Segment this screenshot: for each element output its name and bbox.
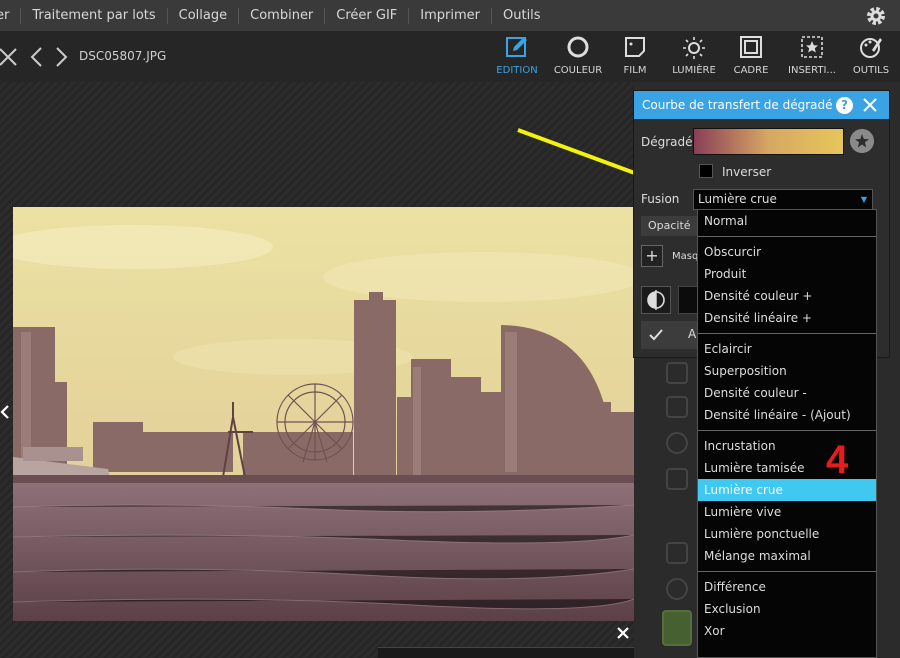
previous-image-arrow-icon[interactable] <box>0 400 10 424</box>
divider <box>698 333 876 334</box>
photo-preview <box>13 207 634 621</box>
apply-button[interactable]: A <box>641 321 701 349</box>
invert-label: Inverser <box>722 165 772 179</box>
gradient-label: Dégradé <box>641 135 693 149</box>
add-mask-button[interactable]: + <box>641 245 663 267</box>
menu-item-combine[interactable]: Combiner <box>239 7 326 24</box>
frame-icon <box>740 36 762 58</box>
divider <box>698 571 876 572</box>
check-icon <box>649 329 663 341</box>
ghost-tool-icon[interactable] <box>666 468 688 490</box>
menu-item-gif[interactable]: Créer GIF <box>325 7 410 24</box>
opacity-slider[interactable]: Opacité <box>641 216 697 236</box>
menu-item-collage[interactable]: Collage <box>168 7 240 24</box>
blend-option-exclusion[interactable]: Exclusion <box>698 598 876 620</box>
close-icon[interactable] <box>0 46 20 68</box>
mask-label: Masq <box>672 251 699 262</box>
step-number-annotation: 4 <box>826 438 849 482</box>
blend-option-pin-light[interactable]: Lumière ponctuelle <box>698 523 876 545</box>
ghost-tool-icon[interactable] <box>666 432 688 454</box>
blend-mode-value: Lumière crue <box>698 192 777 206</box>
divider <box>698 236 876 237</box>
blend-option-soft-light[interactable]: Lumière tamisée <box>698 457 876 479</box>
blend-option-darken[interactable]: Obscurcir <box>698 241 876 263</box>
menu-item-partial[interactable]: er <box>0 7 22 24</box>
blend-option-normal[interactable]: Normal <box>698 210 876 232</box>
chevron-down-icon: ▼ <box>860 195 867 204</box>
blend-mode-select[interactable]: Lumière crue ▼ <box>693 189 873 210</box>
ghost-tool-icon[interactable] <box>666 542 688 564</box>
help-icon[interactable]: ? <box>836 96 853 114</box>
tools-icon <box>860 38 882 58</box>
mask-toggle-button[interactable] <box>641 286 671 314</box>
blend-option-overlay[interactable]: Incrustation <box>698 435 876 457</box>
close-preview-icon[interactable] <box>615 625 631 641</box>
blend-option-screen[interactable]: Superposition <box>698 360 876 382</box>
tool-outils[interactable]: OUTILS <box>840 35 900 76</box>
blend-option-linear-burn[interactable]: Densité linéaire + <box>698 307 876 329</box>
blend-option-color-dodge[interactable]: Densité couleur - <box>698 382 876 404</box>
half-circle-icon <box>647 290 665 310</box>
blend-option-hard-mix[interactable]: Mélange maximal <box>698 545 876 567</box>
tool-insertion[interactable]: INSERTI... <box>781 35 843 76</box>
menu-item-batch[interactable]: Traitement par lots <box>21 7 168 24</box>
blend-option-color-burn[interactable]: Densité couleur + <box>698 285 876 307</box>
blend-option-multiply[interactable]: Produit <box>698 263 876 285</box>
tool-lumiere[interactable]: LUMIÈRE <box>663 35 725 76</box>
ghost-active-tool-icon[interactable] <box>662 610 692 646</box>
tool-film[interactable]: FILM <box>604 35 666 76</box>
blend-option-xor[interactable]: Xor <box>698 620 876 642</box>
tool-edition[interactable]: EDITION <box>486 35 548 76</box>
menu-bar: er Traitement par lots Collage Combiner … <box>0 0 900 31</box>
invert-checkbox[interactable] <box>699 164 713 178</box>
divider <box>698 430 876 431</box>
next-arrow-icon[interactable] <box>52 46 72 68</box>
color-icon <box>567 36 589 58</box>
ghost-tool-icon[interactable] <box>666 396 688 418</box>
blend-option-linear-dodge[interactable]: Densité linéaire - (Ajout) <box>698 404 876 426</box>
panel-title: Courbe de transfert de dégradé <box>642 98 833 112</box>
opacity-label: Opacité <box>648 219 691 232</box>
menu-item-print[interactable]: Imprimer <box>409 7 492 24</box>
gradient-swatch[interactable] <box>693 128 844 155</box>
blend-option-vivid-light[interactable]: Lumière vive <box>698 501 876 523</box>
edit-icon <box>506 37 527 57</box>
blend-option-difference[interactable]: Différence <box>698 576 876 598</box>
blend-mode-dropdown: Normal Obscurcir Produit Densité couleur… <box>697 209 877 658</box>
blend-option-hard-light[interactable]: Lumière crue <box>698 479 876 501</box>
blend-mode-label: Fusion <box>641 192 680 206</box>
ghost-tool-icon[interactable] <box>666 362 688 384</box>
film-icon <box>625 37 645 57</box>
menu-item-tools[interactable]: Outils <box>492 8 552 24</box>
ghost-tool-icon[interactable] <box>666 578 688 600</box>
tool-couleur[interactable]: COULEUR <box>547 35 609 76</box>
filmstrip <box>378 647 634 658</box>
tool-cadre[interactable]: CADRE <box>720 35 782 76</box>
file-name: DSC05807.JPG <box>79 49 167 63</box>
close-panel-icon[interactable] <box>863 98 877 112</box>
light-icon <box>683 37 705 59</box>
insert-icon <box>801 36 823 58</box>
previous-arrow-icon[interactable] <box>28 46 48 68</box>
panel-header: Courbe de transfert de dégradé ? <box>634 91 889 119</box>
star-preset-icon[interactable] <box>850 129 874 153</box>
gear-icon[interactable] <box>864 4 888 28</box>
app-window: er Traitement par lots Collage Combiner … <box>0 0 900 658</box>
blend-option-lighten[interactable]: Eclaircir <box>698 338 876 360</box>
